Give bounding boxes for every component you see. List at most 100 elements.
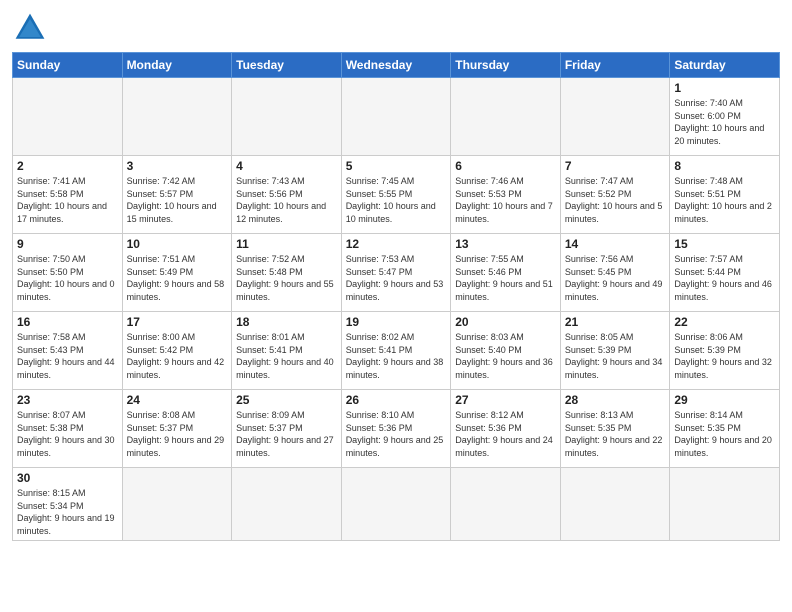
day-cell [670, 468, 780, 541]
day-info: Sunrise: 8:10 AM Sunset: 5:36 PM Dayligh… [346, 409, 447, 459]
header [12, 10, 780, 46]
week-row-1: 1 Sunrise: 7:40 AM Sunset: 6:00 PM Daylig… [13, 78, 780, 156]
day-number: 22 [674, 315, 775, 329]
day-cell: 10Sunrise: 7:51 AM Sunset: 5:49 PM Dayli… [122, 234, 232, 312]
day-cell: 1 Sunrise: 7:40 AM Sunset: 6:00 PM Daylig… [670, 78, 780, 156]
day-number: 2 [17, 159, 118, 173]
logo-icon [12, 10, 48, 46]
day-info: Sunrise: 7:52 AM Sunset: 5:48 PM Dayligh… [236, 253, 337, 303]
day-info: Sunrise: 7:43 AM Sunset: 5:56 PM Dayligh… [236, 175, 337, 225]
day-cell: 20 Sunrise: 8:03 AM Sunset: 5:40 PM Dayli… [451, 312, 561, 390]
day-cell: 15Sunrise: 7:57 AM Sunset: 5:44 PM Dayli… [670, 234, 780, 312]
day-cell [451, 78, 561, 156]
week-row-6: 30 Sunrise: 8:15 AM Sunset: 5:34 PM Dayli… [13, 468, 780, 541]
day-info: Sunrise: 8:00 AM Sunset: 5:42 PM Dayligh… [127, 331, 228, 381]
day-cell: 7Sunrise: 7:47 AM Sunset: 5:52 PM Daylig… [560, 156, 670, 234]
day-cell [341, 468, 451, 541]
day-number: 8 [674, 159, 775, 173]
day-number: 19 [346, 315, 447, 329]
day-info: Sunrise: 8:09 AM Sunset: 5:37 PM Dayligh… [236, 409, 337, 459]
day-info: Sunrise: 7:40 AM Sunset: 6:00 PM Dayligh… [674, 97, 775, 147]
day-number: 27 [455, 393, 556, 407]
weekday-header-friday: Friday [560, 53, 670, 78]
day-info: Sunrise: 8:06 AM Sunset: 5:39 PM Dayligh… [674, 331, 775, 381]
logo [12, 10, 52, 46]
day-info: Sunrise: 7:42 AM Sunset: 5:57 PM Dayligh… [127, 175, 228, 225]
weekday-header-saturday: Saturday [670, 53, 780, 78]
day-cell: 4Sunrise: 7:43 AM Sunset: 5:56 PM Daylig… [232, 156, 342, 234]
day-info: Sunrise: 8:07 AM Sunset: 5:38 PM Dayligh… [17, 409, 118, 459]
day-cell: 27 Sunrise: 8:12 AM Sunset: 5:36 PM Dayli… [451, 390, 561, 468]
day-number: 18 [236, 315, 337, 329]
day-info: Sunrise: 7:45 AM Sunset: 5:55 PM Dayligh… [346, 175, 447, 225]
day-info: Sunrise: 7:53 AM Sunset: 5:47 PM Dayligh… [346, 253, 447, 303]
day-cell: 8Sunrise: 7:48 AM Sunset: 5:51 PM Daylig… [670, 156, 780, 234]
day-number: 20 [455, 315, 556, 329]
day-cell [341, 78, 451, 156]
day-cell: 25 Sunrise: 8:09 AM Sunset: 5:37 PM Dayli… [232, 390, 342, 468]
week-row-3: 9 Sunrise: 7:50 AM Sunset: 5:50 PM Daylig… [13, 234, 780, 312]
day-cell [122, 468, 232, 541]
day-info: Sunrise: 8:02 AM Sunset: 5:41 PM Dayligh… [346, 331, 447, 381]
week-row-2: 2Sunrise: 7:41 AM Sunset: 5:58 PM Daylig… [13, 156, 780, 234]
page-container: SundayMondayTuesdayWednesdayThursdayFrid… [0, 0, 792, 549]
day-info: Sunrise: 8:15 AM Sunset: 5:34 PM Dayligh… [17, 487, 118, 537]
day-info: Sunrise: 8:14 AM Sunset: 5:35 PM Dayligh… [674, 409, 775, 459]
day-cell: 22 Sunrise: 8:06 AM Sunset: 5:39 PM Dayli… [670, 312, 780, 390]
day-info: Sunrise: 8:05 AM Sunset: 5:39 PM Dayligh… [565, 331, 666, 381]
day-number: 1 [674, 81, 775, 95]
day-number: 25 [236, 393, 337, 407]
day-number: 23 [17, 393, 118, 407]
week-row-4: 16 Sunrise: 7:58 AM Sunset: 5:43 PM Dayli… [13, 312, 780, 390]
day-cell: 6Sunrise: 7:46 AM Sunset: 5:53 PM Daylig… [451, 156, 561, 234]
calendar: SundayMondayTuesdayWednesdayThursdayFrid… [12, 52, 780, 541]
day-cell: 12 Sunrise: 7:53 AM Sunset: 5:47 PM Dayli… [341, 234, 451, 312]
day-cell: 5Sunrise: 7:45 AM Sunset: 5:55 PM Daylig… [341, 156, 451, 234]
day-number: 11 [236, 237, 337, 251]
day-info: Sunrise: 8:13 AM Sunset: 5:35 PM Dayligh… [565, 409, 666, 459]
day-number: 3 [127, 159, 228, 173]
day-cell [122, 78, 232, 156]
day-number: 9 [17, 237, 118, 251]
day-cell [451, 468, 561, 541]
day-number: 6 [455, 159, 556, 173]
day-cell [560, 468, 670, 541]
day-cell: 11 Sunrise: 7:52 AM Sunset: 5:48 PM Dayli… [232, 234, 342, 312]
day-cell: 13Sunrise: 7:55 AM Sunset: 5:46 PM Dayli… [451, 234, 561, 312]
day-cell [232, 468, 342, 541]
day-cell: 26Sunrise: 8:10 AM Sunset: 5:36 PM Dayli… [341, 390, 451, 468]
day-number: 14 [565, 237, 666, 251]
day-cell: 30 Sunrise: 8:15 AM Sunset: 5:34 PM Dayli… [13, 468, 123, 541]
day-info: Sunrise: 8:08 AM Sunset: 5:37 PM Dayligh… [127, 409, 228, 459]
day-cell: 21 Sunrise: 8:05 AM Sunset: 5:39 PM Dayli… [560, 312, 670, 390]
day-info: Sunrise: 7:56 AM Sunset: 5:45 PM Dayligh… [565, 253, 666, 303]
day-cell: 23 Sunrise: 8:07 AM Sunset: 5:38 PM Dayli… [13, 390, 123, 468]
day-number: 15 [674, 237, 775, 251]
day-info: Sunrise: 8:03 AM Sunset: 5:40 PM Dayligh… [455, 331, 556, 381]
day-cell: 24Sunrise: 8:08 AM Sunset: 5:37 PM Dayli… [122, 390, 232, 468]
weekday-header-row: SundayMondayTuesdayWednesdayThursdayFrid… [13, 53, 780, 78]
day-number: 30 [17, 471, 118, 485]
week-row-5: 23 Sunrise: 8:07 AM Sunset: 5:38 PM Dayli… [13, 390, 780, 468]
weekday-header-thursday: Thursday [451, 53, 561, 78]
day-cell: 3 Sunrise: 7:42 AM Sunset: 5:57 PM Daylig… [122, 156, 232, 234]
weekday-header-wednesday: Wednesday [341, 53, 451, 78]
day-info: Sunrise: 8:01 AM Sunset: 5:41 PM Dayligh… [236, 331, 337, 381]
day-info: Sunrise: 8:12 AM Sunset: 5:36 PM Dayligh… [455, 409, 556, 459]
day-cell: 2Sunrise: 7:41 AM Sunset: 5:58 PM Daylig… [13, 156, 123, 234]
day-number: 12 [346, 237, 447, 251]
day-cell: 16 Sunrise: 7:58 AM Sunset: 5:43 PM Dayli… [13, 312, 123, 390]
day-cell [13, 78, 123, 156]
day-number: 7 [565, 159, 666, 173]
weekday-header-sunday: Sunday [13, 53, 123, 78]
day-cell: 19 Sunrise: 8:02 AM Sunset: 5:41 PM Dayli… [341, 312, 451, 390]
day-info: Sunrise: 7:50 AM Sunset: 5:50 PM Dayligh… [17, 253, 118, 303]
day-info: Sunrise: 7:58 AM Sunset: 5:43 PM Dayligh… [17, 331, 118, 381]
day-info: Sunrise: 7:55 AM Sunset: 5:46 PM Dayligh… [455, 253, 556, 303]
weekday-header-monday: Monday [122, 53, 232, 78]
day-number: 17 [127, 315, 228, 329]
day-cell: 14 Sunrise: 7:56 AM Sunset: 5:45 PM Dayli… [560, 234, 670, 312]
day-number: 28 [565, 393, 666, 407]
day-number: 16 [17, 315, 118, 329]
day-number: 21 [565, 315, 666, 329]
